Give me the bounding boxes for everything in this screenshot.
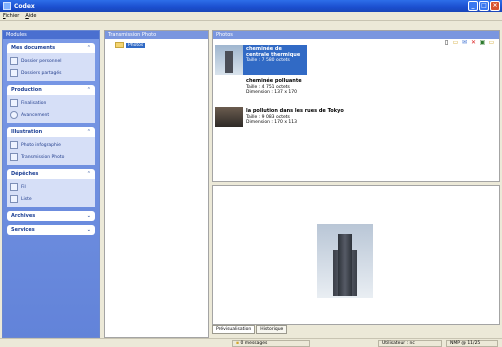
shared-folder-icon bbox=[10, 69, 18, 77]
group-header-depeches[interactable]: Dépêches ⌃ bbox=[7, 169, 95, 179]
window-title: Codex bbox=[14, 2, 35, 10]
status-user: Utilisateur : nc bbox=[378, 340, 442, 347]
minimize-button[interactable]: _ bbox=[468, 1, 478, 11]
collapse-icon[interactable]: ⌃ bbox=[87, 169, 91, 179]
photo-list-item[interactable]: cheminée de centrale thermique Taille : … bbox=[215, 45, 499, 75]
menu-bar: Fichier Aide bbox=[0, 12, 502, 21]
delete-icon[interactable]: ✕ bbox=[470, 39, 477, 46]
tree-node-label: Photos bbox=[126, 42, 146, 48]
photo-thumbnail bbox=[215, 107, 243, 127]
photo-size: Taille : 7 580 octets bbox=[246, 58, 290, 63]
folder-icon[interactable]: ▭ bbox=[488, 39, 495, 46]
modules-sidebar: Modules Mes documents ⌃ Dossier personnel… bbox=[2, 30, 100, 338]
message-icon: ▪ bbox=[236, 341, 240, 346]
tree-panel: Transmission Photo Photos bbox=[104, 30, 209, 338]
maximize-button[interactable]: □ bbox=[479, 1, 489, 11]
group-header-services[interactable]: Services ⌄ bbox=[7, 225, 95, 235]
sidebar-item-avancement[interactable]: Avancement bbox=[10, 109, 92, 121]
photo-title: cheminée polluante bbox=[246, 78, 302, 84]
expand-icon[interactable]: ⌄ bbox=[87, 211, 91, 221]
list-icon bbox=[10, 195, 18, 203]
group-header-illustration[interactable]: Illustration ⌃ bbox=[7, 127, 95, 137]
sidebar-header: Modules bbox=[3, 31, 99, 39]
group-production: Production ⌃ Finalisation Avancement bbox=[7, 85, 95, 123]
collapse-icon[interactable]: ⌃ bbox=[87, 43, 91, 53]
group-illustration: Illustration ⌃ Photo infographie Transmis… bbox=[7, 127, 95, 165]
sidebar-item-fil[interactable]: Fil bbox=[10, 181, 92, 193]
feed-icon bbox=[10, 183, 18, 191]
group-depeches: Dépêches ⌃ Fil Liste bbox=[7, 169, 95, 207]
image-icon[interactable]: ▣ bbox=[479, 39, 486, 46]
status-bar: ▪ 0 messages Utilisateur : nc NMP @ 11/2… bbox=[0, 338, 502, 347]
photo-title: cheminée de centrale thermique bbox=[246, 46, 301, 58]
close-button[interactable]: × bbox=[490, 1, 500, 11]
tree-node-photos[interactable]: Photos bbox=[115, 42, 208, 48]
photos-panel-header: Photos bbox=[213, 31, 499, 39]
photo-title: la pollution dans les rues de Tokyo bbox=[246, 108, 344, 114]
new-document-icon[interactable]: ▯ bbox=[443, 39, 450, 46]
group-header-production[interactable]: Production ⌃ bbox=[7, 85, 95, 95]
photo-size: Taille : 9 083 octets bbox=[246, 114, 290, 120]
group-archives: Archives ⌄ bbox=[7, 211, 95, 221]
photo-list-item[interactable]: la pollution dans les rues de Tokyo Tail… bbox=[215, 107, 499, 128]
group-mes-documents: Mes documents ⌃ Dossier personnel Dossier… bbox=[7, 43, 95, 81]
sidebar-item-transmission-photo[interactable]: Transmission Photo bbox=[10, 151, 92, 163]
group-header-mes-documents[interactable]: Mes documents ⌃ bbox=[7, 43, 95, 53]
photo-dimension: Dimension : 170 x 113 bbox=[246, 120, 297, 125]
group-services: Services ⌄ bbox=[7, 225, 95, 235]
photo-icon bbox=[10, 141, 18, 149]
status-network: NMP @ 11/25 bbox=[446, 340, 498, 347]
folder-icon bbox=[115, 42, 124, 48]
collapse-icon[interactable]: ⌃ bbox=[87, 127, 91, 137]
tree-panel-header: Transmission Photo bbox=[105, 31, 208, 39]
sidebar-item-liste[interactable]: Liste bbox=[10, 193, 92, 205]
folder-icon bbox=[10, 57, 18, 65]
sidebar-item-photo-infographie[interactable]: Photo infographie bbox=[10, 139, 92, 151]
photos-toolbar: ▯ ▭ ✉ ✕ ▣ ▭ bbox=[443, 39, 495, 46]
sidebar-item-finalisation[interactable]: Finalisation bbox=[10, 97, 92, 109]
sidebar-item-dossiers-partages[interactable]: Dossiers partagés bbox=[10, 67, 92, 79]
preview-panel bbox=[212, 185, 500, 325]
photo-thumbnail bbox=[215, 45, 243, 75]
send-icon[interactable]: ✉ bbox=[461, 39, 468, 46]
sidebar-item-dossier-personnel[interactable]: Dossier personnel bbox=[10, 55, 92, 67]
photo-transfer-icon bbox=[10, 153, 18, 161]
photo-size: Taille : 4 751 octets bbox=[246, 84, 290, 90]
photo-list-item[interactable]: cheminée polluante Taille : 4 751 octets… bbox=[215, 77, 499, 105]
photos-panel: Photos ▯ ▭ ✉ ✕ ▣ ▭ cheminée de centrale … bbox=[212, 30, 500, 182]
menu-fichier[interactable]: Fichier bbox=[3, 13, 19, 19]
open-folder-icon[interactable]: ▭ bbox=[452, 39, 459, 46]
tab-historique[interactable]: Historique bbox=[256, 325, 288, 334]
collapse-icon[interactable]: ⌃ bbox=[87, 85, 91, 95]
clock-icon bbox=[10, 111, 18, 119]
tab-previsualisation[interactable]: Prévisualisation bbox=[212, 325, 256, 334]
status-messages: ▪ 0 messages bbox=[232, 340, 310, 347]
preview-image bbox=[317, 224, 373, 298]
photo-dimension: Dimension : 137 x 170 bbox=[246, 90, 297, 95]
expand-icon[interactable]: ⌄ bbox=[87, 225, 91, 235]
title-bar: Codex _ □ × bbox=[0, 0, 502, 12]
app-icon bbox=[3, 2, 11, 10]
preview-tabs: Prévisualisation Historique bbox=[212, 325, 288, 334]
document-icon bbox=[10, 99, 18, 107]
menu-aide[interactable]: Aide bbox=[25, 13, 36, 19]
group-header-archives[interactable]: Archives ⌄ bbox=[7, 211, 95, 221]
photo-thumbnail bbox=[215, 77, 243, 105]
